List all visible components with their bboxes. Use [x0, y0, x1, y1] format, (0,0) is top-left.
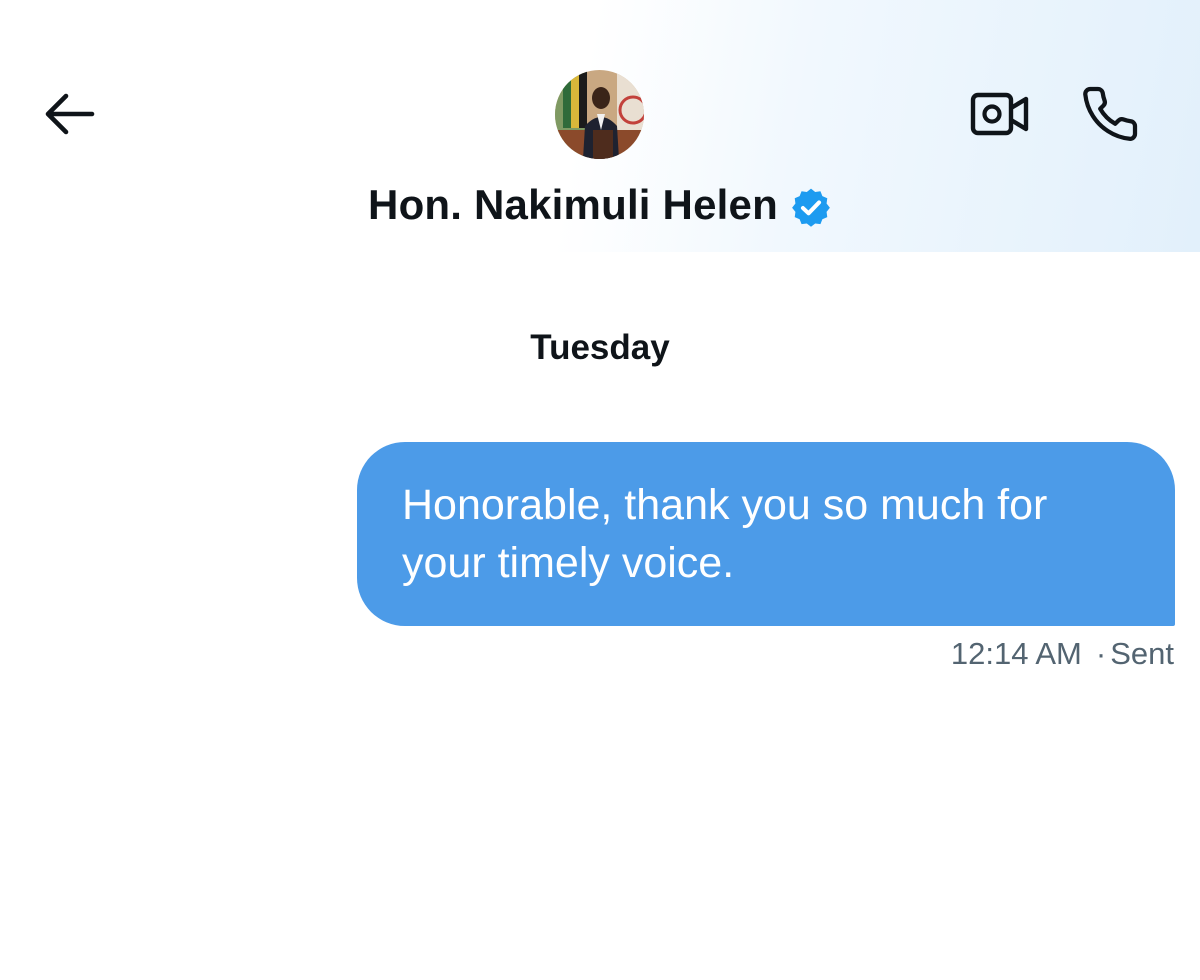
contact-name: Hon. Nakimuli Helen [368, 181, 778, 228]
message-status: Sent [1110, 636, 1174, 671]
message-time: 12:14 AM [950, 636, 1082, 671]
meta-separator: · [1095, 636, 1107, 671]
phone-call-button[interactable] [1074, 80, 1146, 148]
phone-call-icon [1083, 86, 1138, 141]
day-separator: Tuesday [530, 328, 670, 367]
contact-avatar[interactable] [555, 70, 644, 159]
message-meta: 12:14 AM · Sent [951, 636, 1174, 672]
video-call-icon [970, 92, 1029, 136]
verified-badge-icon [790, 182, 832, 228]
dm-conversation-screen: Hon. Nakimuli Helen Tuesday Honorable, t… [0, 0, 1200, 980]
message-text: Honorable, thank you so much for your ti… [402, 481, 1048, 587]
contact-name-row[interactable]: Hon. Nakimuli Helen [0, 178, 1200, 232]
conversation-header: Hon. Nakimuli Helen [0, 0, 1200, 252]
back-arrow-icon [45, 93, 95, 135]
video-call-button[interactable] [962, 82, 1038, 146]
back-button[interactable] [36, 82, 100, 146]
outgoing-message-bubble[interactable]: Honorable, thank you so much for your ti… [357, 442, 1175, 626]
